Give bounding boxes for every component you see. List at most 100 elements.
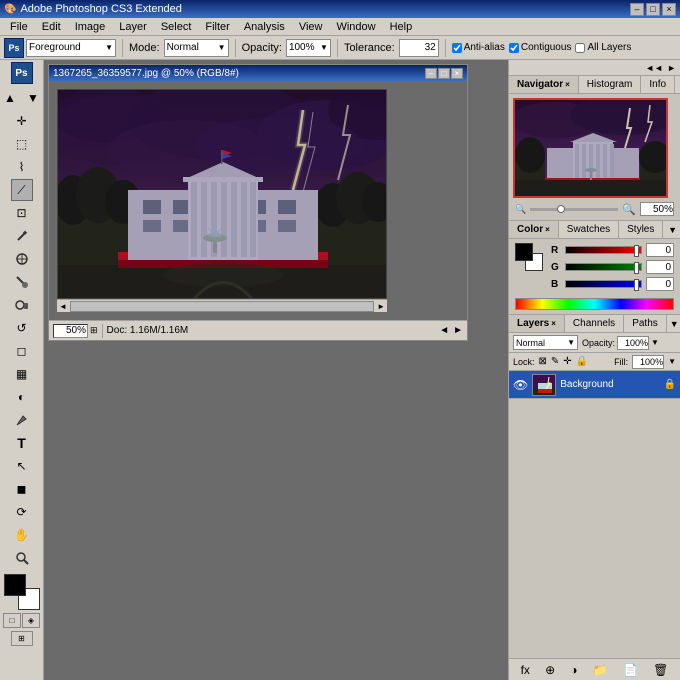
contiguous-checkbox[interactable] (509, 43, 519, 53)
all-layers-checkbox-label[interactable]: All Layers (575, 42, 631, 53)
green-slider-handle[interactable] (634, 262, 639, 274)
layer-background[interactable]: 👁 Background 🔒 (509, 371, 680, 399)
menu-edit[interactable]: Edit (36, 19, 67, 35)
color-spectrum-bar[interactable] (515, 298, 674, 310)
path-select-tool[interactable]: ↖ (11, 455, 33, 477)
tool-arrow-dn[interactable]: ▼ (22, 87, 44, 109)
fill-input[interactable] (632, 355, 664, 369)
tab-color[interactable]: Color × (509, 221, 559, 238)
color-panel-menu[interactable]: ▼ (665, 224, 680, 236)
hand-tool[interactable]: ✋ (11, 524, 33, 546)
minimize-button[interactable]: – (630, 3, 644, 16)
history-brush-tool[interactable]: ↺ (11, 317, 33, 339)
layer-visibility-toggle[interactable]: 👁 (513, 378, 528, 392)
lock-paint-btn[interactable]: ✎ (551, 356, 559, 367)
zoom-input[interactable] (53, 324, 88, 338)
lock-position-btn[interactable]: ✛ (563, 356, 571, 367)
delete-layer-btn[interactable]: 🗑 (653, 663, 668, 677)
all-layers-checkbox[interactable] (575, 43, 585, 53)
tab-paths[interactable]: Paths (624, 315, 667, 332)
navigator-tab-close[interactable]: × (565, 80, 570, 89)
navigator-panel-menu[interactable]: ▼ (675, 79, 680, 91)
color-boxes[interactable] (4, 574, 40, 610)
close-button[interactable]: × (662, 3, 676, 16)
hscroll-left-btn[interactable]: ◄ (57, 302, 69, 311)
menu-analysis[interactable]: Analysis (238, 19, 291, 35)
anti-alias-checkbox[interactable] (452, 43, 462, 53)
layers-tab-close[interactable]: × (551, 319, 556, 328)
zoom-tool[interactable] (11, 547, 33, 569)
tolerance-input[interactable] (399, 39, 439, 57)
doc-minimize-btn[interactable]: – (425, 68, 437, 79)
pen-tool[interactable] (11, 409, 33, 431)
doc-maximize-btn[interactable]: □ (438, 68, 450, 79)
slider-handle[interactable] (557, 205, 565, 213)
menu-layer[interactable]: Layer (113, 19, 153, 35)
tab-swatches[interactable]: Swatches (559, 221, 619, 238)
lock-all-btn[interactable]: 🔒 (576, 356, 588, 367)
layers-panel-menu[interactable]: ▼ (667, 318, 680, 330)
contiguous-checkbox-label[interactable]: Contiguous (509, 42, 572, 53)
eraser-tool[interactable]: ◻ (11, 340, 33, 362)
document-controls[interactable]: – □ × (425, 68, 463, 79)
normal-mode-btn[interactable]: □ (3, 613, 21, 628)
tab-channels[interactable]: Channels (565, 315, 624, 332)
anti-alias-checkbox-label[interactable]: Anti-alias (452, 42, 505, 53)
healing-brush-tool[interactable] (11, 248, 33, 270)
menu-file[interactable]: File (4, 19, 34, 35)
crop-tool[interactable]: ⊡ (11, 202, 33, 224)
tool-preset-dropdown[interactable]: Foreground ▼ (26, 39, 116, 57)
tab-info[interactable]: Info (641, 76, 675, 93)
doc-status-arrow-left[interactable]: ◄ (439, 325, 449, 336)
tab-navigator[interactable]: Navigator × (509, 76, 579, 93)
blue-value[interactable] (646, 277, 674, 291)
marquee-tool[interactable]: ⬚ (11, 133, 33, 155)
brush-tool[interactable] (11, 271, 33, 293)
gradient-tool[interactable]: ▦ (11, 363, 33, 385)
blue-slider[interactable] (565, 280, 642, 288)
layers-opacity-input[interactable] (617, 336, 649, 350)
window-controls[interactable]: – □ × (630, 3, 676, 16)
fg-color-swatch[interactable] (515, 243, 533, 261)
tab-styles[interactable]: Styles (619, 221, 663, 238)
rp-arrow-right[interactable]: ► (665, 62, 678, 74)
lasso-tool[interactable]: ⌇ (11, 156, 33, 178)
quick-mask-btn[interactable]: ◈ (22, 613, 40, 628)
mode-dropdown[interactable]: Normal ▼ (164, 39, 229, 57)
green-slider[interactable] (565, 263, 642, 271)
magic-wand-tool[interactable]: ⟋ (11, 179, 33, 201)
doc-hscrollbar[interactable]: ◄ ► (57, 299, 387, 312)
nav-zoom-input[interactable] (640, 202, 674, 216)
shape-tool[interactable]: ◼ (11, 478, 33, 500)
navigator-zoom-slider[interactable] (530, 208, 618, 211)
menu-select[interactable]: Select (155, 19, 198, 35)
green-value[interactable] (646, 260, 674, 274)
color-tab-close[interactable]: × (545, 225, 550, 234)
tool-arrow-up[interactable]: ▲ (0, 87, 21, 109)
rp-arrow-left[interactable]: ◄◄ (643, 62, 665, 74)
opacity-dropdown[interactable]: 100% ▼ (286, 39, 331, 57)
tab-layers[interactable]: Layers × (509, 315, 565, 332)
tab-histogram[interactable]: Histogram (579, 76, 642, 93)
red-value[interactable] (646, 243, 674, 257)
doc-status-arrow-right[interactable]: ► (453, 325, 463, 336)
document-canvas[interactable] (57, 89, 387, 299)
clone-stamp-tool[interactable] (11, 294, 33, 316)
doc-close-btn[interactable]: × (451, 68, 463, 79)
move-tool[interactable]: ✛ (11, 110, 33, 132)
add-mask-btn[interactable]: ⊕ (545, 663, 555, 677)
text-tool[interactable]: T (11, 432, 33, 454)
color-swatch-pair[interactable] (515, 243, 543, 271)
hscroll-right-btn[interactable]: ► (375, 302, 387, 311)
foreground-color-swatch[interactable] (4, 574, 26, 596)
maximize-button[interactable]: □ (646, 3, 660, 16)
lock-transparency-btn[interactable]: ⊠ (539, 356, 547, 367)
menu-help[interactable]: Help (384, 19, 419, 35)
blend-mode-dropdown[interactable]: Normal ▼ (513, 335, 578, 350)
new-group-btn[interactable]: 📁 (593, 663, 608, 677)
menu-image[interactable]: Image (69, 19, 112, 35)
layer-styles-btn[interactable]: fx (521, 663, 530, 677)
eyedropper-tool[interactable] (11, 225, 33, 247)
3d-rotate-tool[interactable]: ⟳ (11, 501, 33, 523)
blue-slider-handle[interactable] (634, 279, 639, 291)
